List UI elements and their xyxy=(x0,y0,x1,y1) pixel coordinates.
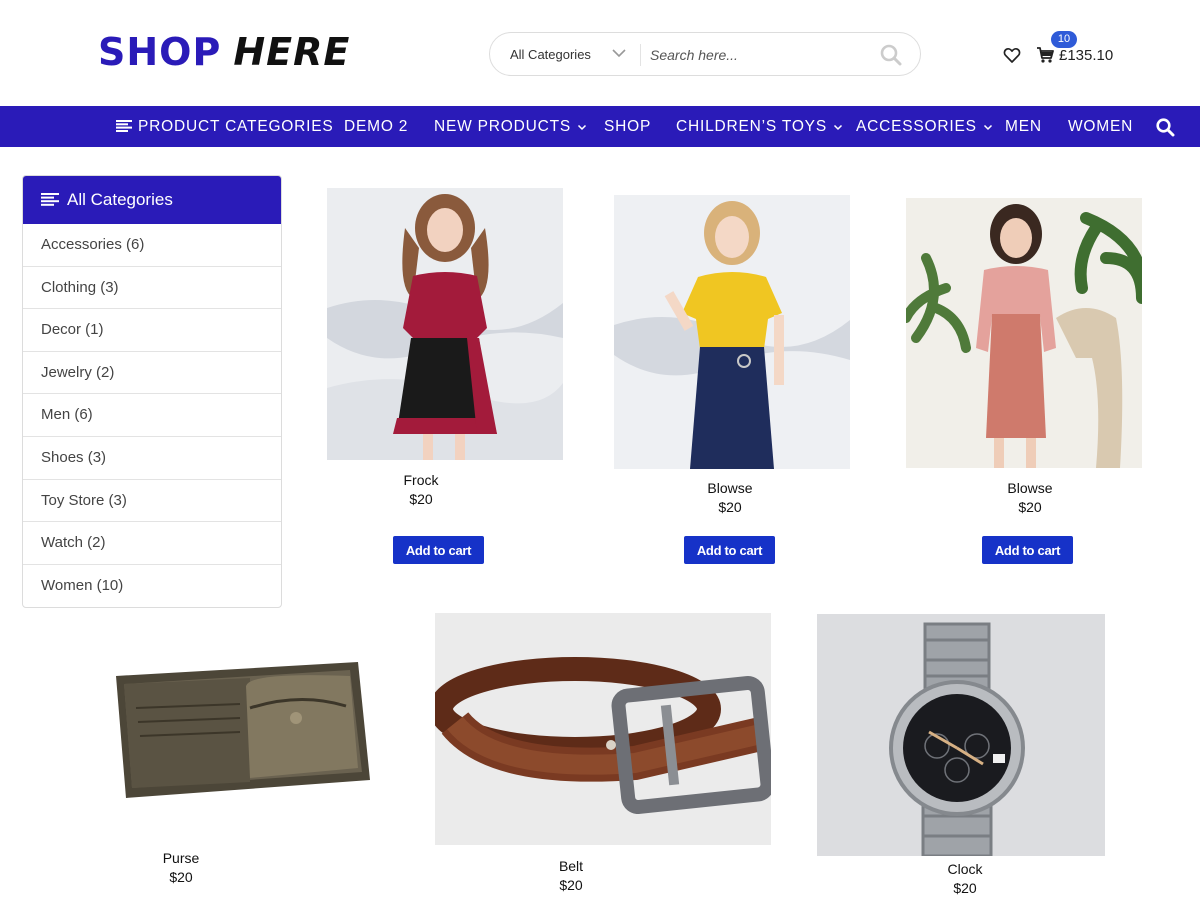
nav-childrens-toys[interactable]: CHILDREN’S TOYS xyxy=(676,106,843,147)
nav-product-categories[interactable]: PRODUCT CATEGORIES xyxy=(116,106,334,147)
product-name[interactable]: Blowse xyxy=(630,480,830,496)
menu-icon xyxy=(41,193,59,206)
page: SHOPHERE All Categories 10 £135.10 PRODU… xyxy=(0,0,1200,900)
cart-icon[interactable] xyxy=(1036,46,1054,64)
search-bar: All Categories xyxy=(489,32,921,76)
nav-label: WOMEN xyxy=(1068,118,1134,135)
add-to-cart-button[interactable]: Add to cart xyxy=(982,536,1073,564)
nav-label: SHOP xyxy=(604,118,652,135)
search-icon[interactable] xyxy=(878,42,904,68)
sidebar-item-jewelry[interactable]: Jewelry (2) xyxy=(23,352,281,395)
sidebar-header: All Categories xyxy=(23,176,281,224)
sidebar-item-women[interactable]: Women (10) xyxy=(23,565,281,607)
sidebar-item-clothing[interactable]: Clothing (3) xyxy=(23,267,281,310)
search-category-select[interactable]: All Categories xyxy=(510,47,591,62)
add-to-cart-button[interactable]: Add to cart xyxy=(393,536,484,564)
chevron-down-icon xyxy=(983,124,992,130)
product-name[interactable]: Frock xyxy=(321,472,521,488)
nav-label: PRODUCT CATEGORIES xyxy=(138,118,334,135)
heart-icon[interactable] xyxy=(1003,46,1021,64)
search-divider xyxy=(640,44,641,66)
nav-men[interactable]: MEN xyxy=(1005,106,1042,147)
product-image-frock[interactable] xyxy=(327,188,563,460)
nav-demo-2[interactable]: DEMO 2 xyxy=(344,106,408,147)
nav-shop[interactable]: SHOP xyxy=(604,106,651,147)
sidebar-item-accessories[interactable]: Accessories (6) xyxy=(23,224,281,267)
sidebar-item-toy-store[interactable]: Toy Store (3) xyxy=(23,480,281,523)
product-image-blowse[interactable] xyxy=(614,195,850,469)
site-logo[interactable]: SHOP HERE xyxy=(98,30,350,74)
nav-label: CHILDREN’S TOYS xyxy=(676,118,827,135)
product-image-purse[interactable] xyxy=(100,612,376,834)
nav-accessories[interactable]: ACCESSORIES xyxy=(856,106,993,147)
cart-count-badge: 10 xyxy=(1051,31,1077,48)
logo-here: HERE xyxy=(233,30,351,74)
sidebar-item-men[interactable]: Men (6) xyxy=(23,394,281,437)
search-icon[interactable] xyxy=(1155,117,1175,137)
nav-label: ACCESSORIES xyxy=(856,118,977,135)
cart-total[interactable]: £135.10 xyxy=(1059,47,1113,64)
product-name[interactable]: Purse xyxy=(81,850,281,866)
sidebar-item-watch[interactable]: Watch (2) xyxy=(23,522,281,565)
product-name[interactable]: Belt xyxy=(471,858,671,874)
nav-new-products[interactable]: NEW PRODUCTS xyxy=(434,106,587,147)
chevron-down-icon[interactable] xyxy=(610,43,628,61)
product-image-blowse[interactable] xyxy=(906,198,1142,468)
add-to-cart-button[interactable]: Add to cart xyxy=(684,536,775,564)
chevron-down-icon xyxy=(833,124,842,130)
main-nav: PRODUCT CATEGORIES DEMO 2 NEW PRODUCTS S… xyxy=(0,106,1200,147)
product-price: $20 xyxy=(718,499,742,515)
sidebar-item-shoes[interactable]: Shoes (3) xyxy=(23,437,281,480)
nav-label: MEN xyxy=(1005,118,1042,135)
nav-label: DEMO 2 xyxy=(344,118,409,135)
search-input[interactable] xyxy=(650,41,870,69)
product-image-belt[interactable] xyxy=(435,613,771,845)
chevron-down-icon xyxy=(578,124,587,130)
product-price: $20 xyxy=(409,491,433,507)
product-image-clock[interactable] xyxy=(817,614,1105,856)
sidebar-title: All Categories xyxy=(67,190,173,209)
logo-shop: SHOP xyxy=(98,30,222,74)
sidebar-item-decor[interactable]: Decor (1) xyxy=(23,309,281,352)
nav-women[interactable]: WOMEN xyxy=(1068,106,1133,147)
product-price: $20 xyxy=(559,877,583,893)
product-price: $20 xyxy=(1018,499,1042,515)
product-name[interactable]: Clock xyxy=(865,861,1065,877)
product-price: $20 xyxy=(953,880,977,896)
category-sidebar: All Categories Accessories (6) Clothing … xyxy=(22,175,282,608)
product-price: $20 xyxy=(169,869,193,885)
nav-label: NEW PRODUCTS xyxy=(434,118,572,135)
product-name[interactable]: Blowse xyxy=(930,480,1130,496)
menu-icon xyxy=(116,119,132,132)
